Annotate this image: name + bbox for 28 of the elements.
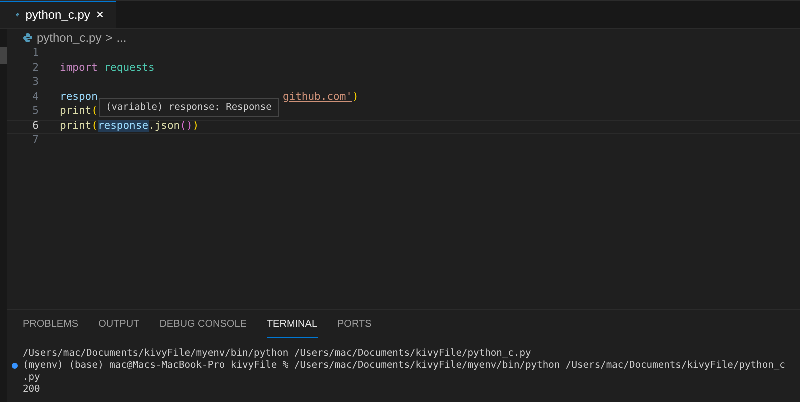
code-line: print(response.json()) xyxy=(60,118,200,134)
hover-tooltip: (variable) response: Response xyxy=(99,98,279,117)
line-number: 3 xyxy=(32,75,39,90)
panel-tab[interactable]: DEBUG CONSOLE xyxy=(160,313,247,338)
breadcrumb-more[interactable]: ... xyxy=(116,29,127,47)
breadcrumb-file[interactable]: python_c.py xyxy=(37,29,102,47)
panel-tab[interactable]: TERMINAL xyxy=(266,313,318,338)
line-number: 7 xyxy=(32,133,39,148)
scroll-indicator xyxy=(0,47,7,64)
breadcrumb-separator: > xyxy=(106,30,113,47)
panel-tab[interactable]: OUTPUT xyxy=(98,313,140,338)
line-number: 6 xyxy=(32,118,39,134)
panel-tab[interactable]: PROBLEMS xyxy=(23,313,79,338)
python-file-icon xyxy=(23,33,33,43)
terminal-line: .py xyxy=(23,372,40,384)
terminal-line: /Users/mac/Documents/kivyFile/myenv/bin/python /Users/mac/Documents/kivyFile/python_c.py xyxy=(23,348,532,360)
line-number: 4 xyxy=(32,90,39,105)
editor-tab[interactable]: python_c.py × xyxy=(0,1,116,28)
line-number: 1 xyxy=(32,46,39,62)
close-tab-button[interactable]: × xyxy=(96,5,104,25)
line-number: 5 xyxy=(32,104,39,120)
terminal-line: 200 xyxy=(23,384,40,396)
code-line: import requests xyxy=(60,60,155,76)
line-number: 2 xyxy=(32,60,39,76)
terminal-line: (myenv) (base) mac@Macs-MacBook-Pro kivyFile % /Users/mac/Documents/kivyFile/myenv/bin/python /Users/mac/Documents/kivyFile/python_c xyxy=(23,360,786,372)
panel-tab[interactable]: PORTS xyxy=(338,313,372,338)
tab-label: python_c.py xyxy=(26,7,90,24)
code-line: print( xyxy=(60,104,98,120)
